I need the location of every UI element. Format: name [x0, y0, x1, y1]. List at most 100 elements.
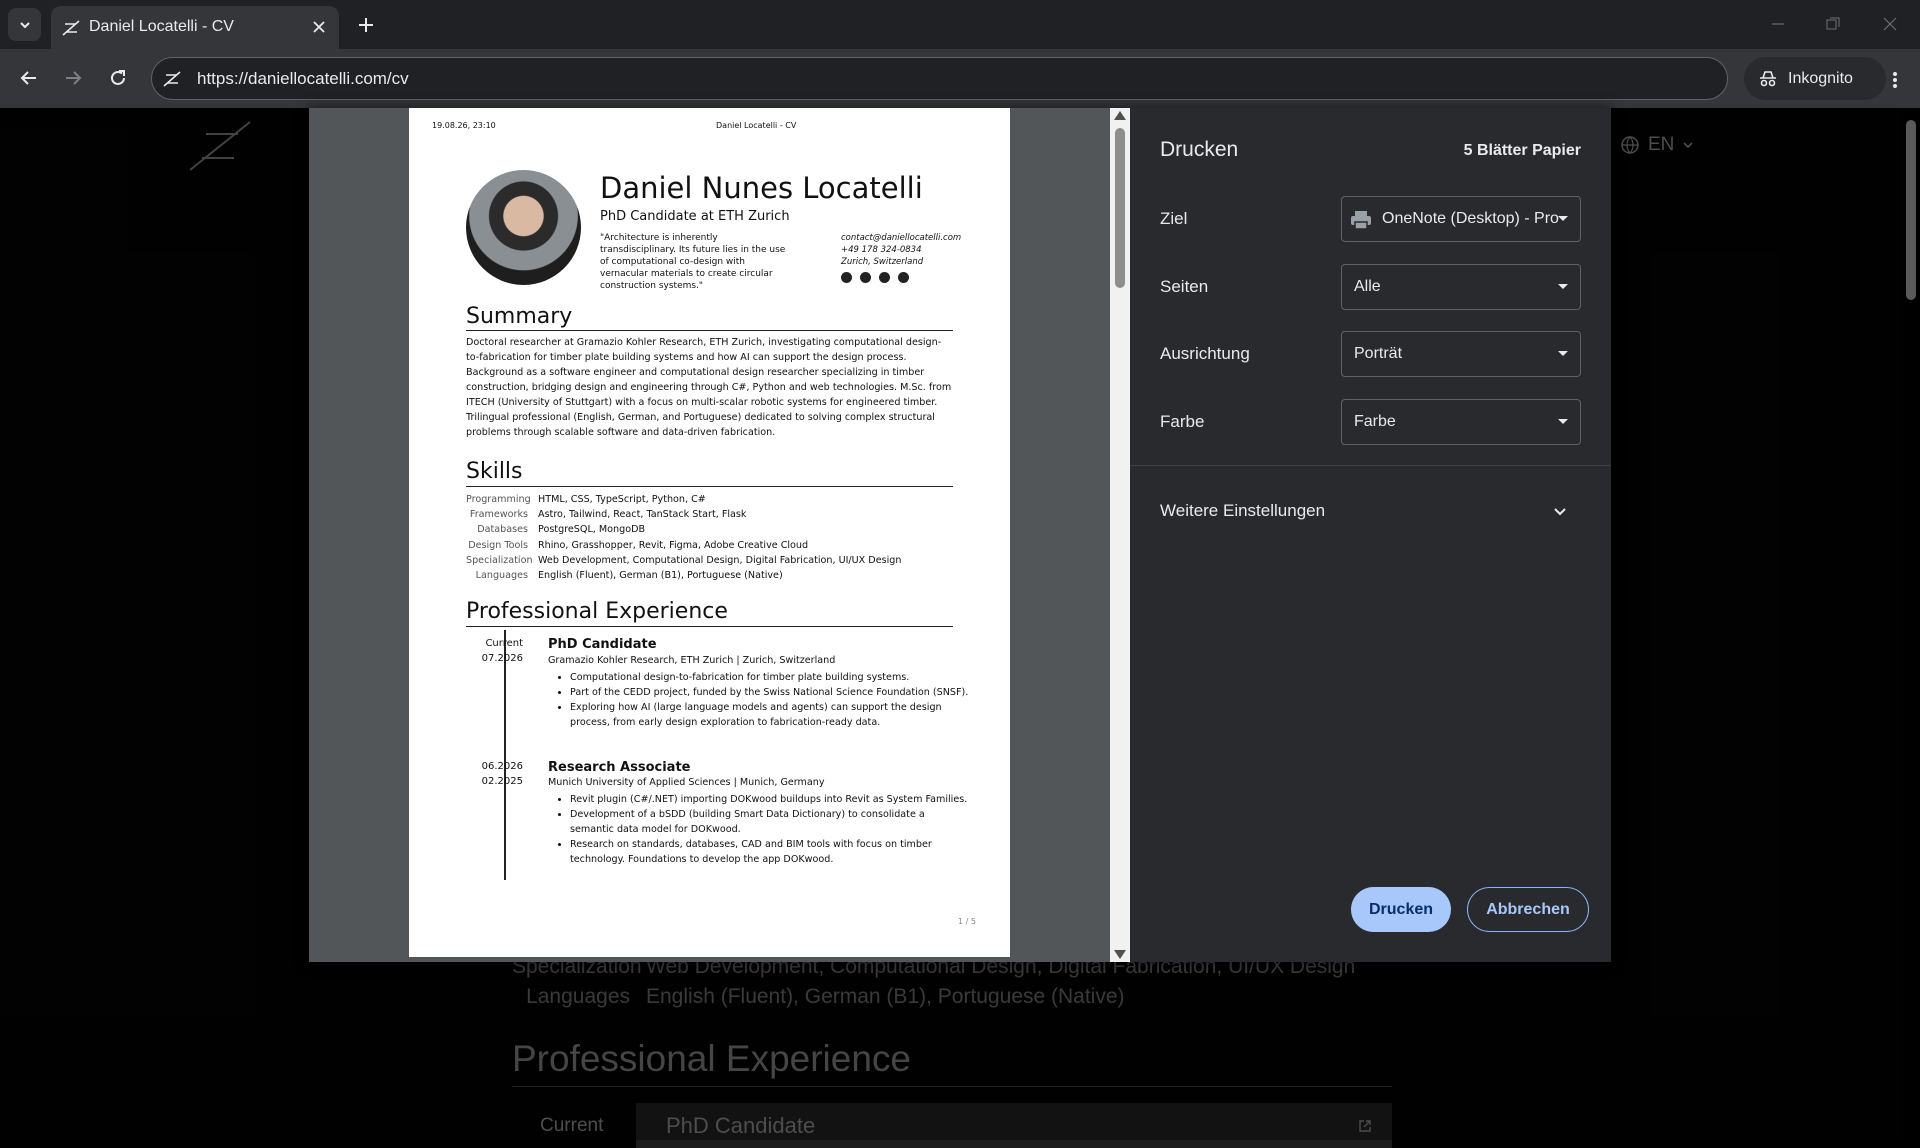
- tab-search-button[interactable]: [8, 8, 41, 41]
- print-settings-panel: Drucken 5 Blätter Papier Ziel OneNote (D…: [1130, 108, 1611, 962]
- timeline-line: [504, 630, 506, 880]
- skills-heading: Skills: [466, 459, 523, 484]
- print-button[interactable]: Drucken: [1351, 887, 1451, 932]
- list-item: Exploring how AI (large language models …: [570, 700, 970, 730]
- color-value: Farbe: [1354, 413, 1396, 430]
- list-item: Development of a bSDD (building Smart Da…: [570, 807, 970, 837]
- color-row: Farbe Farbe: [1160, 399, 1581, 445]
- orientation-value: Porträt: [1354, 345, 1403, 362]
- orientation-label: Ausrichtung: [1160, 344, 1250, 363]
- site-logo-icon: [62, 20, 80, 36]
- experience-heading: Professional Experience: [466, 599, 728, 624]
- skill-label: Design Tools: [468, 539, 528, 551]
- exp-date-end: Current: [485, 638, 523, 649]
- list-item: Part of the CEDD project, funded by the …: [570, 685, 970, 700]
- cv-quote: "Architecture is inherently transdiscipl…: [600, 233, 786, 291]
- color-label: Farbe: [1160, 412, 1205, 431]
- skill-row: Specialization Web Development, Computati…: [466, 553, 901, 568]
- list-item: Revit plugin (C#/.NET) importing DOKwood…: [570, 792, 970, 807]
- contact-location: Zurich, Switzerland: [841, 257, 924, 267]
- orientation-row: Ausrichtung Porträt: [1160, 331, 1581, 377]
- cv-contact: contact@daniellocatelli.com +49 178 324-…: [841, 232, 971, 268]
- dropdown-caret-icon: [1558, 419, 1568, 424]
- more-menu-icon[interactable]: [1880, 65, 1910, 95]
- exp-bullets: Revit plugin (C#/.NET) importing DOKwood…: [560, 792, 970, 867]
- orientation-select[interactable]: Porträt: [1341, 331, 1581, 377]
- skill-value: PostgreSQL, MongoDB: [538, 524, 646, 536]
- exp-date-start: 07.2026: [481, 653, 523, 664]
- chevron-down-icon: [1554, 508, 1566, 516]
- list-item: Research on standards, databases, CAD an…: [570, 837, 970, 867]
- browser-window: Daniel Locatelli - CV https://danielloca…: [0, 0, 1920, 1148]
- new-tab-icon[interactable]: [352, 11, 379, 38]
- page-scrollbar[interactable]: [1902, 108, 1920, 1140]
- scroll-up-icon[interactable]: [1114, 111, 1126, 120]
- title-bar: Daniel Locatelli - CV: [0, 0, 1920, 49]
- social-icons: [841, 272, 909, 283]
- pages-row: Seiten Alle: [1160, 264, 1581, 310]
- contact-email: contact@daniellocatelli.com: [841, 233, 962, 243]
- pages-select[interactable]: Alle: [1341, 264, 1581, 310]
- cancel-button[interactable]: Abbrechen: [1467, 887, 1589, 932]
- incognito-label: Inkognito: [1788, 69, 1853, 87]
- destination-row: Ziel OneNote (Desktop) - Pro: [1160, 196, 1581, 242]
- profile-photo: [466, 170, 581, 285]
- tab-title: Daniel Locatelli - CV: [89, 18, 234, 35]
- printer-icon: [1351, 211, 1371, 230]
- skill-value: Astro, Tailwind, React, TanStack Start, …: [538, 509, 747, 521]
- print-preview: 19.08.26, 23:10 Daniel Locatelli - CV Da…: [309, 108, 1130, 962]
- preview-page: 19.08.26, 23:10 Daniel Locatelli - CV Da…: [409, 108, 1010, 957]
- divider: [466, 330, 953, 331]
- skill-row: Frameworks Astro, Tailwind, React, TanSta…: [466, 507, 901, 522]
- skill-value: Web Development, Computational Design, D…: [538, 554, 902, 566]
- skill-label: Languages: [475, 570, 528, 582]
- website-icon: [841, 272, 852, 283]
- sheet-count: 5 Blätter Papier: [1463, 142, 1581, 159]
- incognito-icon: [1760, 70, 1776, 86]
- close-tab-icon[interactable]: [307, 15, 331, 39]
- print-title: Drucken: [1160, 138, 1239, 161]
- skill-label: Programming: [466, 494, 531, 505]
- destination-value: OneNote (Desktop) - Pro: [1382, 210, 1559, 227]
- minimize-icon[interactable]: [1764, 12, 1792, 36]
- exp-role: PhD Candidate: [548, 637, 657, 652]
- print-header-title: Daniel Locatelli - CV: [716, 121, 797, 130]
- more-settings-label: Weitere Einstellungen: [1160, 501, 1326, 520]
- address-bar[interactable]: https://daniellocatelli.com/cv: [151, 57, 1728, 100]
- site-logo-icon: [163, 71, 181, 87]
- skill-value: Rhino, Grasshopper, Revit, Figma, Adobe …: [538, 539, 809, 551]
- skill-row: Languages English (Fluent), German (B1), …: [466, 568, 901, 583]
- exp-org: Gramazio Kohler Research, ETH Zurich | Z…: [548, 655, 836, 666]
- cv-name: Daniel Nunes Locatelli: [600, 171, 923, 205]
- contact-phone: +49 178 324-0834: [841, 245, 922, 255]
- divider: [466, 626, 953, 627]
- browser-tab[interactable]: Daniel Locatelli - CV: [51, 6, 339, 49]
- summary-text: Doctoral researcher at Gramazio Kohler R…: [466, 337, 952, 438]
- url-text: https://daniellocatelli.com/cv: [197, 69, 409, 88]
- cv-role: PhD Candidate at ETH Zurich: [600, 209, 790, 224]
- list-item: Computational design-to-fabrication for …: [570, 670, 970, 685]
- divider: [466, 486, 953, 487]
- color-select[interactable]: Farbe: [1341, 399, 1581, 445]
- page-number: 1 / 5: [958, 917, 976, 926]
- skill-value: English (Fluent), German (B1), Portugues…: [538, 570, 783, 582]
- restore-icon[interactable]: [1819, 12, 1847, 36]
- back-icon[interactable]: [14, 63, 44, 93]
- preview-scrollbar[interactable]: [1110, 108, 1130, 962]
- skill-row: Databases PostgreSQL, MongoDB: [466, 522, 901, 537]
- linkedin-icon: [860, 272, 871, 283]
- scroll-down-icon[interactable]: [1114, 950, 1126, 959]
- close-window-icon[interactable]: [1876, 12, 1904, 36]
- destination-select[interactable]: OneNote (Desktop) - Pro: [1341, 196, 1581, 242]
- scrollbar-thumb[interactable]: [1115, 128, 1125, 288]
- chevron-down-icon: [19, 21, 30, 28]
- reload-icon[interactable]: [103, 63, 133, 93]
- skill-row: Programming HTML, CSS, TypeScript, Python…: [466, 492, 901, 507]
- forward-icon[interactable]: [58, 63, 88, 93]
- scrollbar-thumb[interactable]: [1906, 120, 1916, 300]
- skill-label: Frameworks: [469, 509, 528, 521]
- exp-date-end: 06.2026: [481, 761, 523, 772]
- print-date: 19.08.26, 23:10: [432, 121, 496, 130]
- more-settings-toggle[interactable]: Weitere Einstellungen: [1160, 501, 1581, 531]
- incognito-button[interactable]: Inkognito: [1744, 57, 1886, 100]
